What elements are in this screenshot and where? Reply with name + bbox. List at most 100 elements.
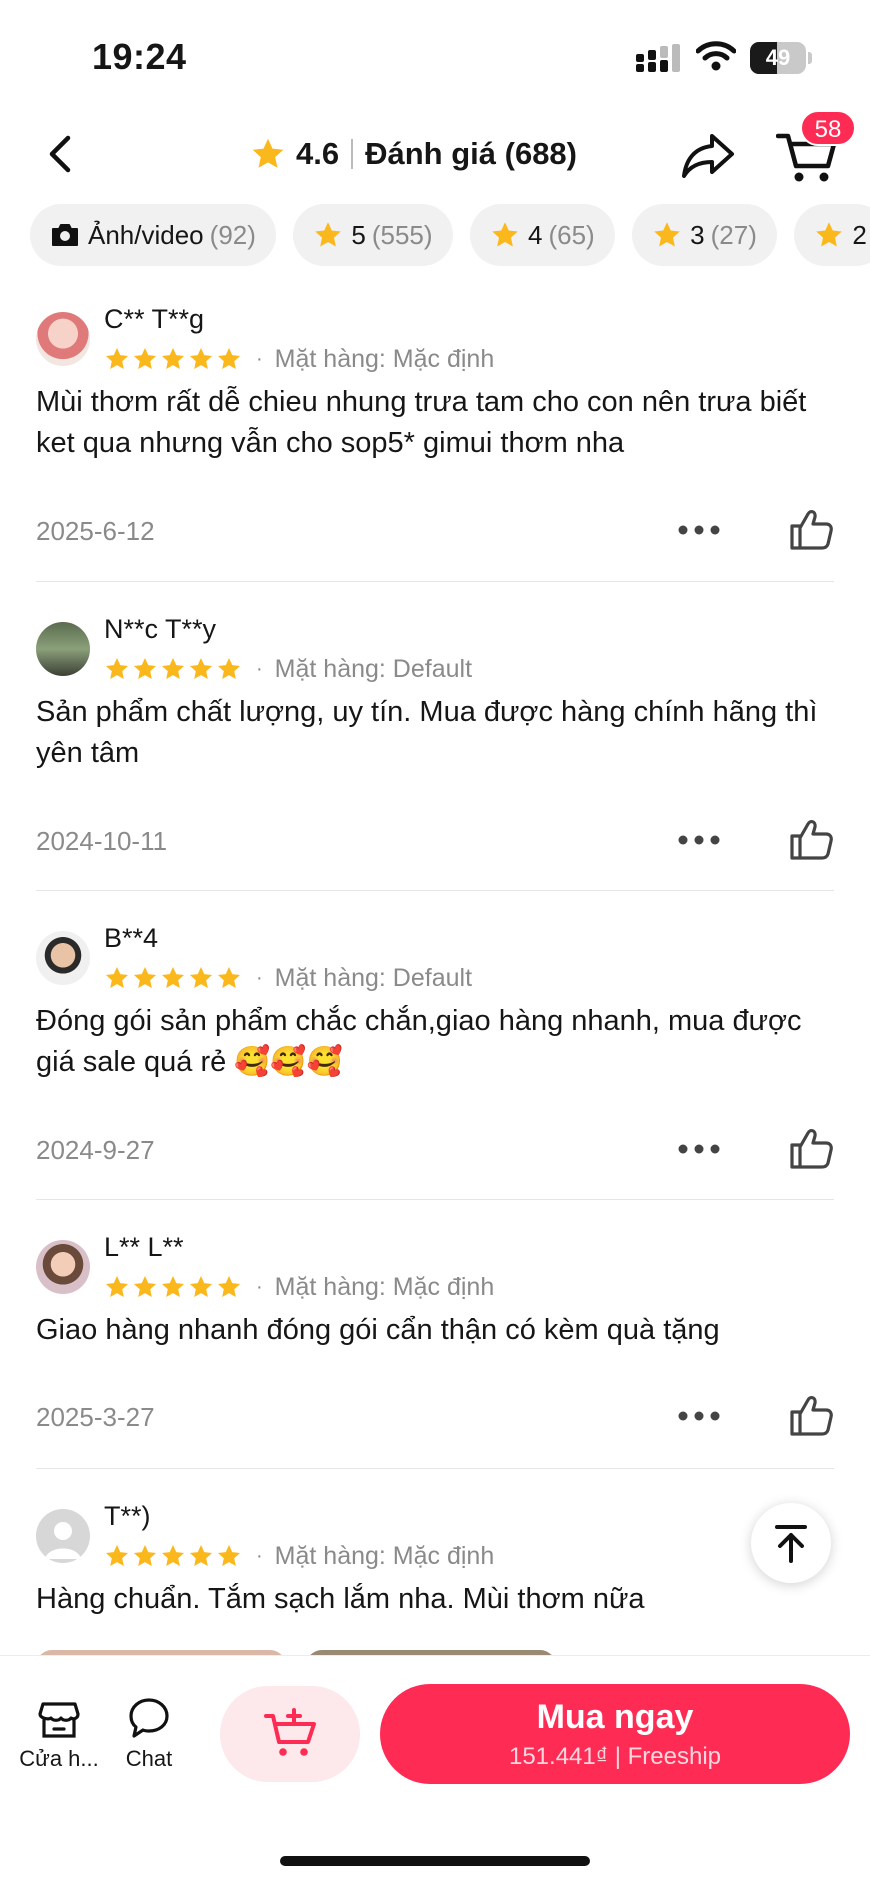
more-options-icon[interactable] xyxy=(676,522,722,538)
star-icon xyxy=(161,347,185,369)
like-icon[interactable] xyxy=(788,506,834,552)
default-avatar-icon xyxy=(45,1522,81,1559)
filter-chip-3-star[interactable]: 3 (27) xyxy=(632,204,777,266)
like-icon[interactable] xyxy=(788,1392,834,1438)
star-icon xyxy=(189,1275,213,1297)
avatar[interactable] xyxy=(36,1509,90,1563)
review-item: B**4 · Mặt hàng: Default Đóng gói sản ph… xyxy=(36,923,834,1193)
review-text: Hàng chuẩn. Tắm sạch lắm nha. Mùi thơm n… xyxy=(36,1583,645,1615)
rating-value: 4.6 xyxy=(296,136,340,171)
review-meta: · Mặt hàng: Mặc định xyxy=(104,1270,494,1304)
arrow-up-icon xyxy=(775,1525,807,1563)
variant-label: Mặt hàng: Mặc định xyxy=(274,1272,495,1301)
reviewer-name[interactable]: C** T**g xyxy=(104,304,204,335)
star-icon xyxy=(816,222,843,247)
review-text: Mùi thơm rất dễ chieu nhung trưa tam cho… xyxy=(36,386,807,459)
star-icon xyxy=(133,347,157,369)
buy-now-button[interactable]: Mua ngay 151.441₫ | Freeship xyxy=(380,1684,850,1784)
star-icon xyxy=(654,222,680,247)
star-icon xyxy=(217,347,241,369)
review-text: Đóng gói sản phẩm chắc chắn,giao hàng nh… xyxy=(36,1005,802,1078)
meta-separator: · xyxy=(256,1544,263,1567)
review-divider xyxy=(36,890,834,891)
page-title: 4.6 Đánh giá (688) xyxy=(250,132,577,176)
meta-separator: · xyxy=(256,657,263,680)
star-icon xyxy=(189,347,213,369)
review-item: T**) · Mặt hàng: Mặc định Hàng chuẩn. Tắ… xyxy=(36,1501,834,1651)
filter-label: 5 xyxy=(351,219,366,250)
review-date: 2025-6-12 xyxy=(36,516,155,546)
filter-count: (65) xyxy=(548,219,595,250)
like-icon[interactable] xyxy=(788,816,834,862)
star-icon xyxy=(161,1275,185,1297)
bottom-action-bar: Cửa h... Chat Mua ngay 151.441₫ | Freesh… xyxy=(0,1655,870,1883)
review-meta: · Mặt hàng: Default xyxy=(104,961,472,995)
reviewer-name[interactable]: B**4 xyxy=(104,923,158,954)
more-options-icon[interactable] xyxy=(676,1408,722,1424)
variant-label: Mặt hàng: Mặc định xyxy=(274,1541,495,1570)
scroll-to-top-button[interactable] xyxy=(751,1503,831,1583)
avatar[interactable] xyxy=(36,1240,90,1294)
star-rating xyxy=(104,1543,244,1569)
reviews-header: 4.6 Đánh giá (688) 58 xyxy=(0,110,870,200)
star-icon xyxy=(217,1544,241,1566)
filter-count: (555) xyxy=(371,219,433,250)
chat-icon xyxy=(129,1698,169,1738)
chat-label: Chat xyxy=(125,1746,173,1771)
reviewer-name[interactable]: L** L** xyxy=(104,1232,184,1263)
reviewer-name[interactable]: N**c T**y xyxy=(104,614,216,645)
star-icon xyxy=(105,657,129,679)
avatar[interactable] xyxy=(36,931,90,985)
review-divider xyxy=(36,1468,834,1469)
chat-button[interactable]: Chat xyxy=(104,1696,194,1772)
star-rating xyxy=(104,1274,244,1300)
shop-icon xyxy=(38,1702,80,1738)
price-freeship: 151.441₫ | Freeship xyxy=(508,1743,721,1770)
star-icon xyxy=(105,1544,129,1566)
title-divider xyxy=(351,139,354,169)
more-options-icon[interactable] xyxy=(676,1141,722,1157)
star-icon xyxy=(315,222,342,247)
variant-label: Mặt hàng: Default xyxy=(274,963,473,992)
star-icon xyxy=(161,966,185,988)
review-item: N**c T**y · Mặt hàng: Default Sản phẩm c… xyxy=(36,614,834,884)
filter-chip-5-star[interactable]: 5 (555) xyxy=(293,204,453,266)
star-icon xyxy=(161,657,185,679)
filter-label: 4 xyxy=(527,219,543,250)
buy-now-label: Mua ngay xyxy=(536,1698,694,1736)
more-options-icon[interactable] xyxy=(676,832,722,848)
star-icon xyxy=(105,347,129,369)
star-icon xyxy=(161,1544,185,1566)
like-icon[interactable] xyxy=(788,1125,834,1171)
star-icon xyxy=(133,657,157,679)
star-icon xyxy=(252,138,284,168)
wifi-icon xyxy=(696,41,736,71)
shop-button[interactable]: Cửa h... xyxy=(14,1696,104,1772)
shop-label: Cửa h... xyxy=(19,1746,99,1771)
filter-chip-2-star[interactable]: 2 xyxy=(794,204,870,266)
star-rating xyxy=(104,656,244,682)
star-icon xyxy=(189,966,213,988)
meta-separator: · xyxy=(256,966,263,989)
review-date: 2024-10-11 xyxy=(36,826,168,856)
star-icon xyxy=(492,222,518,247)
review-item: L** L** · Mặt hàng: Mặc định Giao hàng n… xyxy=(36,1232,834,1462)
filter-chip-media[interactable]: Ảnh/video (92) xyxy=(30,204,276,266)
meta-separator: · xyxy=(256,1275,263,1298)
review-text: Sản phẩm chất lượng, uy tín. Mua được hà… xyxy=(36,696,818,769)
cart-count-badge: 58 xyxy=(800,110,856,146)
battery-icon: 49 xyxy=(750,42,812,74)
review-count-title: Đánh giá (688) xyxy=(365,136,577,171)
filter-count: (92) xyxy=(209,219,256,250)
back-icon[interactable] xyxy=(40,132,84,176)
review-meta: · Mặt hàng: Mặc định xyxy=(104,342,494,376)
avatar[interactable] xyxy=(36,312,90,366)
reviewer-name[interactable]: T**) xyxy=(104,1501,151,1532)
add-to-cart-button[interactable] xyxy=(220,1686,360,1782)
avatar[interactable] xyxy=(36,622,90,676)
share-icon[interactable] xyxy=(680,130,736,180)
cellular-signal-icon xyxy=(636,44,680,72)
variant-label: Mặt hàng: Default xyxy=(274,654,473,683)
home-indicator xyxy=(280,1856,590,1866)
filter-chip-4-star[interactable]: 4 (65) xyxy=(469,204,615,266)
